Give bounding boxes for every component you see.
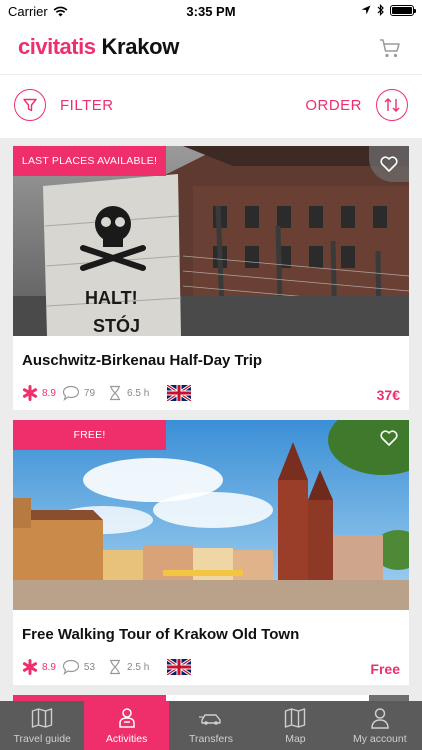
availability-badge: FREE! — [13, 420, 166, 450]
filter-bar: FILTER ORDER — [0, 74, 422, 138]
uk-flag-icon — [167, 385, 192, 401]
battery-icon — [390, 4, 416, 16]
duration: 2.5 h — [127, 661, 150, 673]
availability-badge: LAST PLACES AVAILABLE! — [13, 146, 166, 176]
review-count: 79 — [83, 387, 96, 399]
person-icon — [115, 707, 139, 729]
hourglass-icon — [110, 385, 121, 401]
app-header: civitatis Krakow — [0, 22, 422, 74]
filter-button[interactable]: FILTER — [14, 89, 114, 121]
tab-label: Map — [285, 733, 306, 745]
hourglass-icon — [110, 659, 121, 675]
tab-label: My account — [352, 733, 407, 745]
comment-icon — [62, 659, 80, 675]
sort-icon — [376, 89, 408, 121]
cart-icon[interactable] — [378, 36, 402, 60]
heart-icon — [380, 430, 398, 446]
car-icon — [199, 707, 223, 729]
tab-label: Travel guide — [13, 733, 71, 745]
activity-card[interactable]: FREE! Free Walking Tour of Krakow Old To… — [13, 420, 409, 685]
status-right — [361, 4, 416, 16]
rating-value: 8.9 — [42, 387, 56, 399]
activity-price: 37€ — [376, 387, 400, 403]
status-time: 3:35 PM — [186, 4, 236, 19]
map-book-icon — [30, 707, 54, 729]
tab-map[interactable]: Map — [253, 701, 337, 750]
tab-travel-guide[interactable]: Travel guide — [0, 701, 84, 750]
activity-meta: 8.9 53 2.5 h — [22, 659, 192, 675]
activity-title[interactable]: Auschwitz-Birkenau Half-Day Trip — [22, 352, 262, 369]
tab-label: Transfers — [189, 733, 233, 745]
tab-label: Activities — [105, 733, 148, 745]
order-label: ORDER — [305, 96, 362, 114]
svg-text:HALT!: HALT! — [85, 288, 138, 308]
activity-price: Free — [370, 661, 400, 677]
location-arrow-icon — [361, 5, 371, 15]
tab-my-account[interactable]: My account — [338, 701, 422, 750]
filter-label: FILTER — [60, 96, 114, 114]
rating-icon — [22, 385, 38, 401]
order-button[interactable]: ORDER — [305, 89, 408, 121]
tab-transfers[interactable]: Transfers — [169, 701, 253, 750]
status-bar: Carrier 3:35 PM — [0, 0, 422, 22]
activity-meta: 8.9 79 6.5 h — [22, 385, 192, 401]
rating-value: 8.9 — [42, 661, 56, 673]
activity-card[interactable]: HALT! STÓJ LAST PLACES AVAILABLE! Auschw… — [13, 146, 409, 410]
activity-title[interactable]: Free Walking Tour of Krakow Old Town — [22, 626, 299, 643]
city-title: Krakow — [101, 34, 180, 59]
map-icon — [283, 707, 307, 729]
review-count: 53 — [83, 661, 96, 673]
tab-activities[interactable]: Activities — [84, 701, 169, 750]
user-icon — [368, 707, 392, 729]
bluetooth-icon — [377, 4, 384, 16]
uk-flag-icon — [167, 659, 192, 675]
svg-text:STÓJ: STÓJ — [93, 315, 140, 336]
duration: 6.5 h — [127, 387, 150, 399]
heart-icon — [380, 156, 398, 172]
rating-icon — [22, 659, 38, 675]
filter-icon — [14, 89, 46, 121]
brand[interactable]: civitatis Krakow — [18, 34, 179, 60]
civitatis-logo: civitatis — [18, 34, 96, 59]
comment-icon — [62, 385, 80, 401]
tab-bar: Travel guide Activities Transfers Map My… — [0, 701, 422, 750]
